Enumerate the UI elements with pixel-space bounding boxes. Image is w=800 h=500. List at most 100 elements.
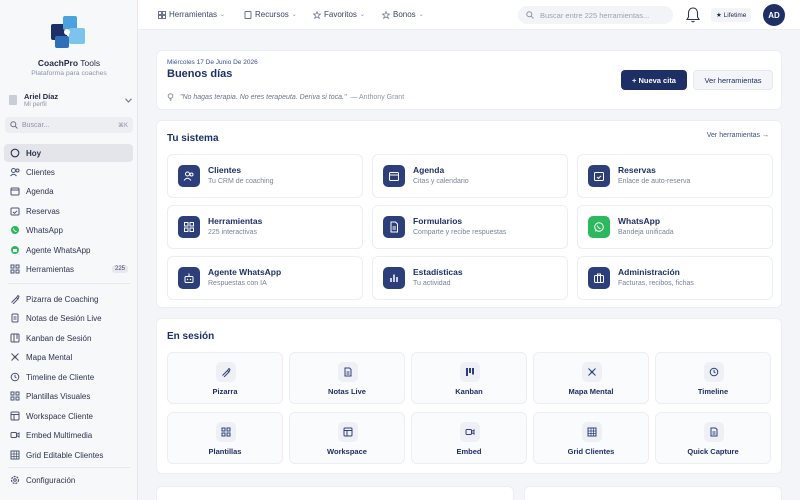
sidebar-item-label: Clientes [26,167,55,177]
whatsapp-icon [588,216,610,238]
sidebar-item-label: Timeline de Cliente [26,372,95,382]
template-icon [216,422,236,442]
session-tile-timeline[interactable]: Timeline [655,352,771,404]
sidebar-item-configuracion[interactable]: Configuración [4,471,133,489]
session-tile-grid[interactable]: Grid Clientes [533,412,649,464]
tile-administracion[interactable]: Administración Facturas, recibos, fichas [577,256,773,300]
tile-formularios[interactable]: Formularios Comparte y recibe respuestas [372,205,568,249]
workspace-icon [338,422,358,442]
session-tile-label: Grid Clientes [567,447,615,456]
search-icon [526,11,534,19]
tools-count-badge: 225 [111,265,128,273]
sidebar-item-label: Reservas [26,206,60,216]
chevron-down-icon: ⌄ [291,12,297,18]
sidebar-item-hoy[interactable]: Hoy [4,144,133,162]
global-search-input[interactable]: Buscar entre 225 herramientas... [518,6,673,24]
session-tile-label: Embed [456,447,482,456]
sidebar-item-pizarra[interactable]: Pizarra de Coaching [4,290,133,308]
tile-title: Agente WhatsApp [208,267,282,277]
whatsapp-icon [10,225,20,235]
new-appointment-button[interactable]: + Nueva cita [621,70,687,90]
form-icon [383,216,405,238]
tile-estadisticas[interactable]: Estadísticas Tu actividad [372,256,568,300]
tile-whatsapp[interactable]: WhatsApp Bandeja unificada [577,205,773,249]
user-role: Mi perfil [24,100,47,108]
tile-title: Formularios [413,216,463,226]
session-tile-pizarra[interactable]: Pizarra [167,352,283,404]
lifetime-badge[interactable]: ★ Lifetime [711,8,752,22]
chart-icon [383,267,405,289]
sidebar-search[interactable]: Buscar... ⌘K [5,117,133,133]
grid-icon [10,264,20,274]
tile-herramientas[interactable]: Herramientas 225 interactivas [167,205,363,249]
sidebar-item-kanban[interactable]: Kanban de Sesión [4,329,133,347]
session-tile-label: Notas Live [328,387,366,396]
session-tile-label: Mapa Mental [568,387,614,396]
template-icon [10,391,20,401]
avatar[interactable]: AD [763,4,785,26]
puzzle-logo-icon [49,14,89,50]
session-tile-embed[interactable]: Embed [411,412,527,464]
section-title: En sesión [167,331,215,342]
sidebar-item-grid[interactable]: Grid Editable Clientes [4,446,133,464]
sidebar-item-agenda[interactable]: Agenda [4,182,133,200]
tile-agente-whatsapp[interactable]: Agente WhatsApp Respuestas con IA [167,256,363,300]
brush-icon [10,294,20,304]
tile-agenda[interactable]: Agenda Citas y calendario [372,154,568,198]
sidebar-item-plantillas[interactable]: Plantillas Visuales [4,387,133,405]
brand-tagline: Plataforma para coaches [31,70,107,77]
sidebar-item-label: Hoy [26,148,42,158]
sidebar-item-agente-whatsapp[interactable]: Agente WhatsApp [4,241,133,259]
table-icon [10,450,20,460]
session-tile-label: Kanban [455,387,483,396]
quote-text: "No hagas terapia. No eres terapeuta. De… [180,93,347,101]
sidebar-item-workspace[interactable]: Workspace Cliente [4,407,133,425]
grid-icon [158,10,166,19]
session-tile-workspace[interactable]: Workspace [289,412,405,464]
sidebar-item-mapa[interactable]: Mapa Mental [4,348,133,366]
tile-title: Reservas [618,165,656,175]
sidebar-item-clientes[interactable]: Clientes [4,163,133,181]
sidebar-item-embed[interactable]: Embed Multimedia [4,426,133,444]
chevron-down-icon: ⌄ [220,12,226,18]
sidebar-item-timeline[interactable]: Timeline de Cliente [4,368,133,386]
sidebar-item-reservas[interactable]: Reservas [4,202,133,220]
search-shortcut: ⌘K [117,122,128,129]
session-tile-kanban[interactable]: Kanban [411,352,527,404]
session-tile-label: Timeline [697,387,729,396]
sidebar-item-label: Grid Editable Clientes [26,450,104,460]
bell-icon[interactable] [684,6,702,24]
view-tools-link[interactable]: Ver herramientas → [707,132,769,139]
session-tile-quick-capture[interactable]: Quick Capture [655,412,771,464]
lightbulb-icon [167,93,174,101]
sidebar-divider [8,467,130,468]
tile-subtitle: Tu CRM de coaching [208,178,274,185]
view-tools-button[interactable]: Ver herramientas [693,70,773,90]
brand-name: CoachPro Tools [37,58,101,68]
calendar-check-icon [10,206,20,216]
topnav-herramientas[interactable]: Herramientas ⌄ [158,10,225,19]
topnav-bonos[interactable]: Bonos ⌄ [382,10,424,19]
sidebar-item-notas[interactable]: Notas de Sesión Live [4,309,133,327]
sidebar-item-herramientas[interactable]: Herramientas 225 [4,260,133,278]
user-menu[interactable]: Ariel Díaz Mi perfil [8,90,132,110]
calendar-icon [383,165,405,187]
tile-title: Herramientas [208,216,263,226]
sidebar-item-label: Notas de Sesión Live [26,313,102,323]
topnav-recursos[interactable]: Recursos ⌄ [244,10,297,19]
brand[interactable]: CoachPro Tools Plataforma para coaches [0,14,138,77]
sidebar: CoachPro Tools Plataforma para coaches A… [0,0,138,500]
session-tile-mapa[interactable]: Mapa Mental [533,352,649,404]
book-icon [244,10,252,19]
session-tile-notas[interactable]: Notas Live [289,352,405,404]
topnav-label: Bonos [393,10,416,19]
sidebar-item-whatsapp[interactable]: WhatsApp [4,221,133,239]
topnav-favoritos[interactable]: Favoritos ⌄ [313,10,365,19]
user-avatar [8,94,18,106]
sidebar-item-label: Mapa Mental [26,352,73,362]
daily-quote: "No hagas terapia. No eres terapeuta. De… [167,93,404,101]
tile-clientes[interactable]: Clientes Tu CRM de coaching [167,154,363,198]
session-tile-plantillas[interactable]: Plantillas [167,412,283,464]
tile-title: Administración [618,267,680,277]
tile-reservas[interactable]: Reservas Enlace de auto-reserva [577,154,773,198]
